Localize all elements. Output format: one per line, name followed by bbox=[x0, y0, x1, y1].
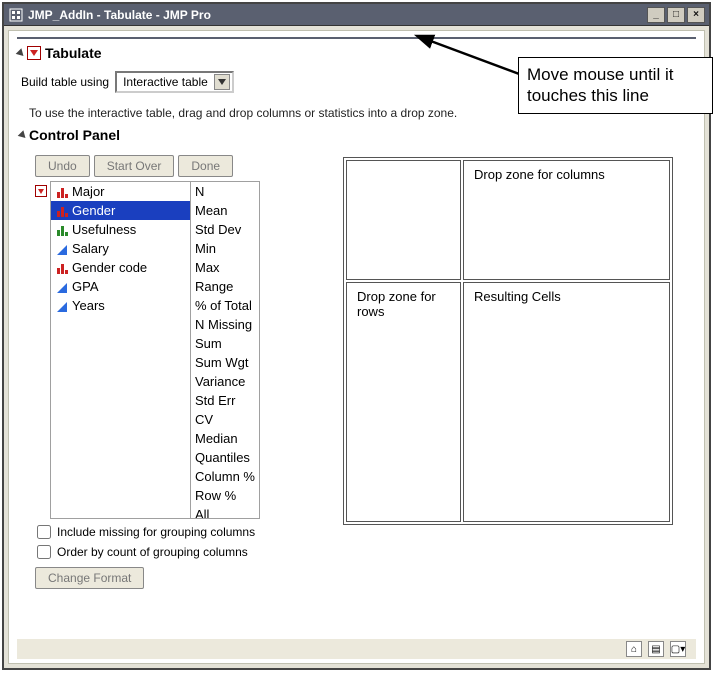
statistics-list[interactable]: NMeanStd DevMinMaxRange% of TotalN Missi… bbox=[191, 182, 259, 518]
include-missing-checkbox[interactable] bbox=[37, 525, 51, 539]
statistics-list-item[interactable]: Row % bbox=[191, 486, 259, 505]
control-panel-header: Control Panel bbox=[19, 127, 696, 143]
columns-list-item[interactable]: Salary bbox=[51, 239, 190, 258]
order-by-count-row[interactable]: Order by count of grouping columns bbox=[37, 545, 325, 559]
columns-list-item-label: Years bbox=[72, 298, 105, 313]
undo-button[interactable]: Undo bbox=[35, 155, 90, 177]
columns-list-item[interactable]: Major bbox=[51, 182, 190, 201]
window-controls: _ □ × bbox=[647, 7, 705, 23]
statistics-list-item[interactable]: Max bbox=[191, 258, 259, 277]
drop-zone-rows[interactable]: Drop zone for rows bbox=[346, 282, 461, 522]
client-area: Tabulate Build table using Interactive t… bbox=[8, 30, 705, 664]
columns-list-item-label: GPA bbox=[72, 279, 99, 294]
statistics-list-item[interactable]: N Missing bbox=[191, 315, 259, 334]
include-missing-label: Include missing for grouping columns bbox=[57, 525, 255, 539]
annotation-callout: Move mouse until it touches this line bbox=[518, 57, 713, 114]
statistics-list-item[interactable]: N bbox=[191, 182, 259, 201]
titlebar: JMP_AddIn - Tabulate - JMP Pro _ □ × bbox=[4, 4, 709, 26]
status-bar: ⌂ ▤ ▢▾ bbox=[17, 637, 696, 659]
ordinal-icon bbox=[55, 224, 69, 236]
columns-list-item[interactable]: Usefulness bbox=[51, 220, 190, 239]
columns-list-item-label: Salary bbox=[72, 241, 109, 256]
main-layout: Undo Start Over Done Major Gender Usefulne… bbox=[17, 147, 696, 637]
start-over-button[interactable]: Start Over bbox=[94, 155, 175, 177]
window-menu-icon[interactable]: ▢▾ bbox=[670, 641, 686, 657]
columns-list-item[interactable]: Years bbox=[51, 296, 190, 315]
statistics-list-item[interactable]: All bbox=[191, 505, 259, 518]
annotation-text: Move mouse until it touches this line bbox=[527, 65, 673, 105]
disclosure-triangle-icon[interactable] bbox=[16, 48, 27, 59]
statistics-list-item[interactable]: Median bbox=[191, 429, 259, 448]
order-by-count-checkbox[interactable] bbox=[37, 545, 51, 559]
columns-menu-icon[interactable] bbox=[35, 185, 47, 197]
include-missing-row[interactable]: Include missing for grouping columns bbox=[37, 525, 325, 539]
columns-list-item-label: Usefulness bbox=[72, 222, 136, 237]
minimize-button[interactable]: _ bbox=[647, 7, 665, 23]
statistics-list-item[interactable]: Std Err bbox=[191, 391, 259, 410]
disclosure-triangle-icon[interactable] bbox=[18, 130, 29, 141]
done-button[interactable]: Done bbox=[178, 155, 233, 177]
control-button-row: Undo Start Over Done bbox=[35, 155, 325, 177]
drop-zone-columns[interactable]: Drop zone for columns bbox=[463, 160, 670, 280]
nominal-icon bbox=[55, 262, 69, 274]
drop-zone-corner[interactable] bbox=[346, 160, 461, 280]
statistics-list-item[interactable]: % of Total bbox=[191, 296, 259, 315]
columns-list-item-label: Gender code bbox=[72, 260, 147, 275]
tabulate-drop-area: Drop zone for columns Drop zone for rows… bbox=[343, 147, 696, 637]
statistics-list-item[interactable]: Sum Wgt bbox=[191, 353, 259, 372]
columns-list-item[interactable]: GPA bbox=[51, 277, 190, 296]
build-table-select[interactable]: Interactive table bbox=[115, 71, 234, 93]
build-table-value: Interactive table bbox=[123, 75, 208, 89]
source-lists: Major Gender Usefulness Salary Gender code GP… bbox=[50, 181, 260, 519]
window-title: JMP_AddIn - Tabulate - JMP Pro bbox=[28, 8, 647, 22]
continuous-icon bbox=[55, 300, 69, 312]
home-icon[interactable]: ⌂ bbox=[626, 641, 642, 657]
statistics-list-item[interactable]: Range bbox=[191, 277, 259, 296]
change-format-button[interactable]: Change Format bbox=[35, 567, 144, 589]
control-panel-title: Control Panel bbox=[29, 127, 120, 143]
control-panel: Undo Start Over Done Major Gender Usefulne… bbox=[17, 147, 325, 637]
statistics-list-item[interactable]: Sum bbox=[191, 334, 259, 353]
statistics-list-item[interactable]: Min bbox=[191, 239, 259, 258]
continuous-icon bbox=[55, 243, 69, 255]
maximize-button[interactable]: □ bbox=[667, 7, 685, 23]
columns-list-item[interactable]: Gender code bbox=[51, 258, 190, 277]
build-table-label: Build table using bbox=[21, 75, 109, 89]
continuous-icon bbox=[55, 281, 69, 293]
columns-list-item-label: Gender bbox=[72, 203, 115, 218]
top-separator-line bbox=[17, 37, 696, 39]
tabulate-menu-icon[interactable] bbox=[27, 46, 41, 60]
statistics-list-item[interactable]: Std Dev bbox=[191, 220, 259, 239]
order-by-count-label: Order by count of grouping columns bbox=[57, 545, 248, 559]
resulting-cells[interactable]: Resulting Cells bbox=[463, 282, 670, 522]
statistics-list-item[interactable]: Column % bbox=[191, 467, 259, 486]
nominal-icon bbox=[55, 186, 69, 198]
columns-list[interactable]: Major Gender Usefulness Salary Gender code GP… bbox=[51, 182, 191, 518]
tabulate-title: Tabulate bbox=[45, 45, 102, 61]
statistics-list-item[interactable]: Variance bbox=[191, 372, 259, 391]
close-button[interactable]: × bbox=[687, 7, 705, 23]
statistics-list-item[interactable]: CV bbox=[191, 410, 259, 429]
nominal-icon bbox=[55, 205, 69, 217]
columns-list-item[interactable]: Gender bbox=[51, 201, 190, 220]
columns-list-item-label: Major bbox=[72, 184, 105, 199]
log-icon[interactable]: ▤ bbox=[648, 641, 664, 657]
statistics-list-item[interactable]: Quantiles bbox=[191, 448, 259, 467]
dropdown-caret-icon bbox=[214, 74, 230, 90]
drop-zone-table: Drop zone for columns Drop zone for rows… bbox=[343, 157, 673, 525]
statistics-list-item[interactable]: Mean bbox=[191, 201, 259, 220]
app-icon bbox=[8, 7, 24, 23]
